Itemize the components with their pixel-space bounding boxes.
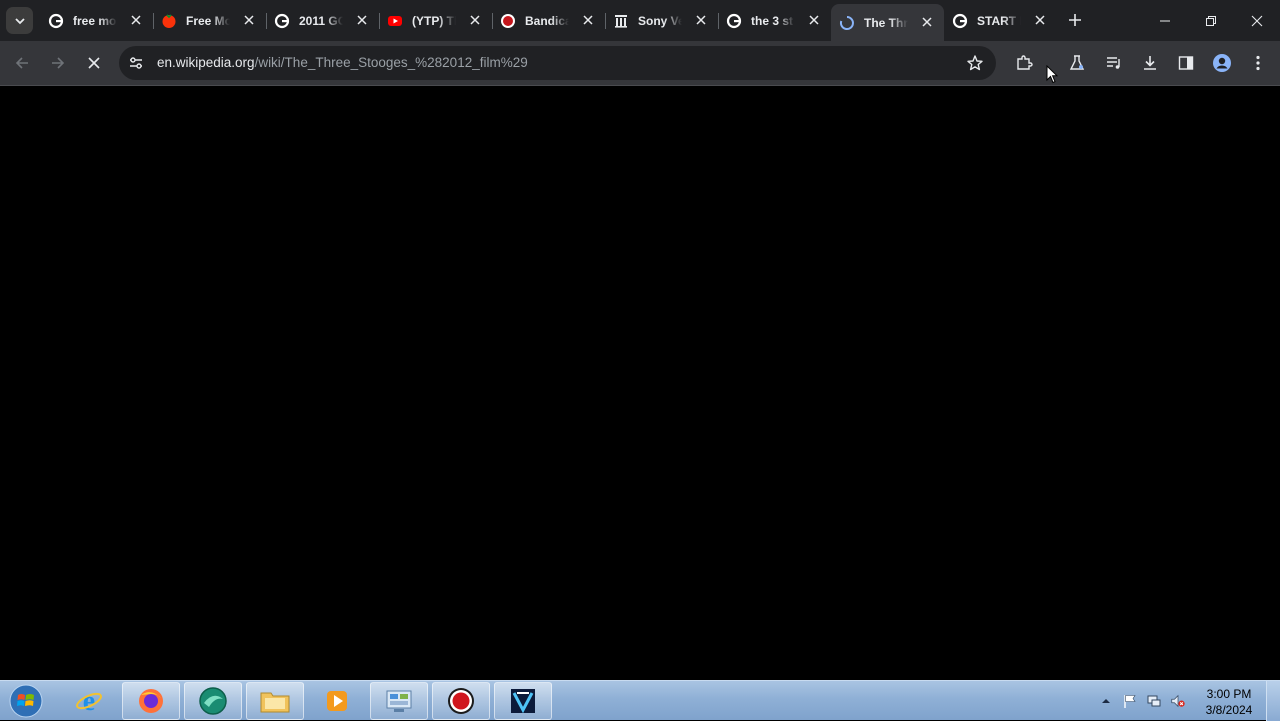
more-menu-icon[interactable] [1248, 53, 1268, 73]
show-desktop-button[interactable] [1266, 681, 1280, 721]
new-tab-button[interactable] [1063, 8, 1087, 32]
svg-text:e: e [83, 686, 95, 716]
arrow-right-icon [52, 57, 65, 69]
side-panel-icon[interactable] [1176, 53, 1196, 73]
clock-time: 3:00 PM [1206, 687, 1252, 701]
tab-title: Free Mo [186, 13, 230, 28]
url-text[interactable]: en.wikipedia.org/wiki/The_Three_Stooges_… [157, 55, 528, 70]
tab-1[interactable]: Free Mo [153, 5, 267, 36]
tab-title: 2011 GC [299, 13, 343, 28]
page-content [0, 87, 1280, 680]
arrow-left-icon [15, 57, 28, 69]
tab-search-button[interactable] [6, 7, 33, 34]
firefox-icon[interactable] [122, 682, 180, 720]
bandicam-icon [500, 13, 516, 29]
minimize-button[interactable] [1142, 0, 1188, 41]
close-window-button[interactable] [1234, 0, 1280, 41]
tab-7-active[interactable]: The Thr [831, 4, 944, 41]
show-hidden-icons-icon[interactable] [1098, 693, 1114, 709]
close-icon[interactable] [355, 13, 369, 27]
action-center-flag-icon[interactable] [1122, 693, 1138, 709]
tab-title: START I [977, 13, 1021, 28]
close-icon [1251, 15, 1263, 26]
tab-title: free mo [73, 13, 117, 28]
start-button[interactable] [4, 683, 48, 719]
google-icon [48, 13, 64, 29]
tab-6[interactable]: the 3 st [718, 5, 831, 36]
close-icon[interactable] [468, 13, 482, 27]
file-explorer-icon[interactable] [246, 682, 304, 720]
restore-button[interactable] [1188, 0, 1234, 41]
tab-8[interactable]: START I [944, 5, 1057, 36]
chevron-down-icon [14, 17, 25, 24]
back-button[interactable] [8, 49, 36, 77]
site-info-icon[interactable] [128, 55, 144, 71]
media-player-icon[interactable] [308, 682, 366, 720]
address-bar[interactable]: en.wikipedia.org/wiki/The_Three_Stooges_… [119, 46, 996, 80]
close-icon[interactable] [694, 13, 708, 27]
close-icon[interactable] [1033, 13, 1047, 27]
tab-0[interactable]: free mo [40, 5, 154, 36]
network-icon[interactable] [1146, 693, 1162, 709]
windows-taskbar: e 3:00 PM 3/8/2024 [0, 680, 1280, 721]
google-icon [952, 13, 968, 29]
media-control-icon[interactable] [1104, 53, 1124, 73]
labs-flask-icon[interactable] [1067, 53, 1087, 73]
close-icon[interactable] [807, 13, 821, 27]
tab-title: (YTP) Th [412, 13, 456, 28]
tab-strip: free mo Free Mo 2011 GC (YTP) Th Bandica… [0, 0, 1280, 41]
tab-title: the 3 st [751, 13, 794, 28]
google-icon [274, 13, 290, 29]
download-icon[interactable] [1140, 53, 1160, 73]
extensions-icon[interactable] [1014, 53, 1034, 73]
close-icon[interactable] [920, 15, 934, 29]
forward-button[interactable] [44, 49, 72, 77]
google-icon [726, 13, 742, 29]
bookmark-star-icon[interactable] [966, 54, 984, 72]
browser-icon[interactable] [184, 682, 242, 720]
url-path: /wiki/The_Three_Stooges_%282012_film%29 [254, 55, 528, 70]
tomato-icon [161, 13, 177, 29]
minimize-icon [1160, 20, 1170, 21]
close-icon[interactable] [242, 13, 256, 27]
close-icon[interactable] [581, 13, 595, 27]
tab-title: The Thr [864, 15, 908, 30]
system-clock[interactable]: 3:00 PM 3/8/2024 [1198, 686, 1260, 718]
restore-icon [1206, 15, 1216, 26]
close-icon[interactable] [129, 13, 143, 27]
stop-loading-button[interactable] [80, 49, 108, 77]
video-editor-icon[interactable] [494, 682, 552, 720]
close-icon [88, 57, 100, 69]
browser-toolbar: en.wikipedia.org/wiki/The_Three_Stooges_… [0, 41, 1280, 86]
url-host: en.wikipedia.org [157, 55, 255, 70]
tab-4[interactable]: Bandica [492, 5, 606, 36]
control-panel-icon[interactable] [370, 682, 428, 720]
bandicam-icon[interactable] [432, 682, 490, 720]
tab-2[interactable]: 2011 GC [266, 5, 380, 36]
clock-date: 3/8/2024 [1205, 703, 1253, 717]
tab-5[interactable]: Sony Ve [605, 5, 719, 36]
tab-title: Sony Ve [638, 13, 682, 28]
loading-icon [839, 15, 855, 31]
tab-title: Bandica [525, 13, 569, 28]
mouse-cursor-icon [1046, 65, 1058, 84]
profile-avatar-icon[interactable] [1212, 53, 1232, 73]
wikipedia-icon [613, 13, 629, 29]
plus-icon [1069, 14, 1081, 26]
tab-3[interactable]: (YTP) Th [379, 5, 493, 36]
youtube-icon [387, 13, 403, 29]
windows-orb-icon [9, 684, 43, 718]
volume-muted-icon[interactable] [1170, 693, 1186, 709]
internet-explorer-icon[interactable]: e [60, 682, 118, 720]
